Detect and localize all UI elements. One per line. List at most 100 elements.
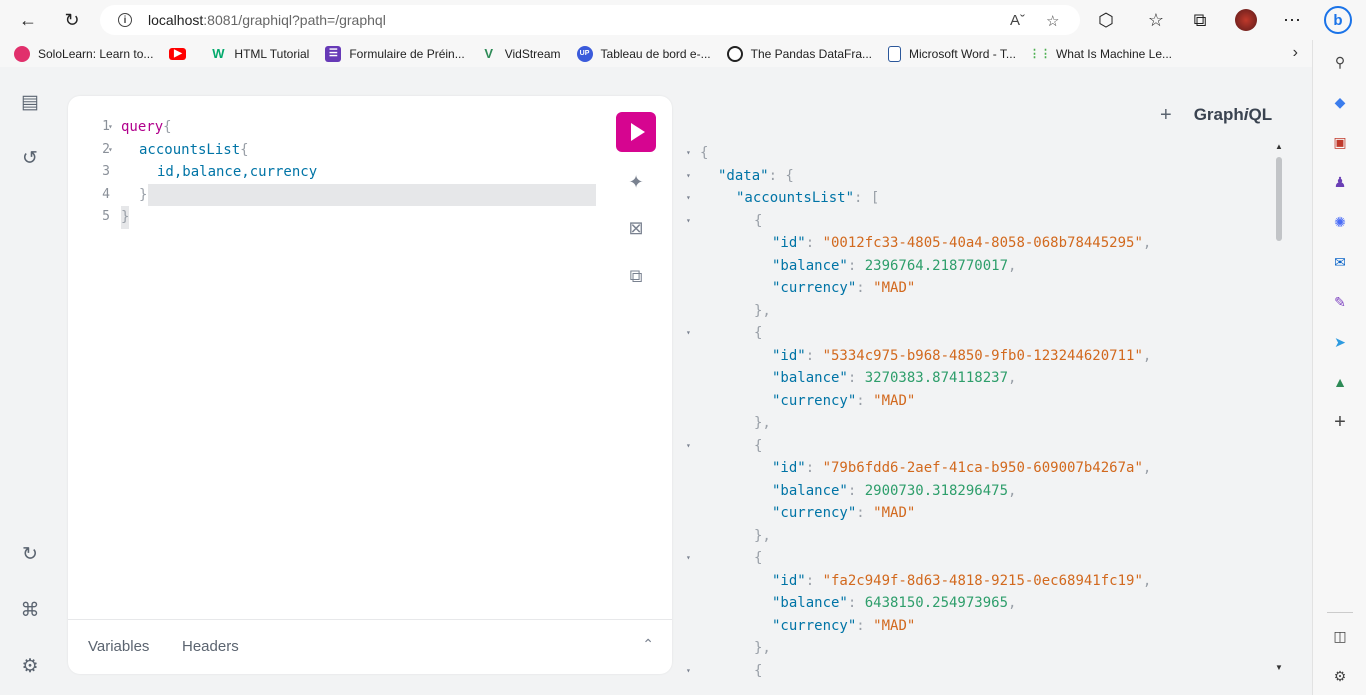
fold-arrow-icon[interactable]: ▾ bbox=[686, 142, 691, 165]
outlook-icon[interactable]: ✉ bbox=[1330, 252, 1350, 272]
favorites-icon[interactable]: ☆ bbox=[1140, 4, 1172, 36]
active-line-highlight bbox=[148, 183, 596, 206]
bookmark-machine-learning[interactable]: ⋮⋮ What Is Machine Le... bbox=[1029, 46, 1172, 62]
result-line: "balance": 3270383.874118237, bbox=[772, 370, 1017, 386]
copy-query-icon[interactable]: ⧉ bbox=[624, 264, 648, 288]
bookmark-formulaire[interactable]: ☰ Formulaire de Préin... bbox=[325, 45, 465, 62]
refetch-schema-icon[interactable]: ↻ bbox=[19, 543, 41, 565]
bookmarks-bar: SoloLearn: Learn to... ▶ W HTML Tutorial … bbox=[0, 40, 1312, 67]
code-line: 2 ▾ accountsList{ bbox=[68, 139, 608, 162]
result-line: "currency": "MAD" bbox=[772, 617, 916, 634]
fold-arrow-icon[interactable]: ▾ bbox=[686, 547, 691, 570]
result-line: }, bbox=[754, 640, 771, 656]
documentation-icon[interactable]: ▤ bbox=[19, 91, 41, 113]
vidstream-icon: V bbox=[484, 46, 494, 61]
fold-arrow-icon[interactable]: ▾ bbox=[686, 165, 691, 188]
code-line: 3 id,balance,currency bbox=[102, 164, 318, 180]
tree-icon[interactable]: ▲ bbox=[1330, 372, 1350, 392]
result-line: }, bbox=[754, 415, 771, 431]
extensions-icon[interactable]: ⬡ bbox=[1090, 4, 1122, 36]
settings-gear-icon[interactable]: ⚙ bbox=[1330, 666, 1350, 686]
fold-arrow-icon[interactable]: ▾ bbox=[108, 139, 113, 162]
result-line: ▾{ bbox=[680, 142, 1270, 165]
read-aloud-icon[interactable]: Aˇ bbox=[1010, 12, 1025, 29]
scroll-up-arrow-icon[interactable]: ▲ bbox=[1275, 142, 1283, 151]
code-line: 1 ▾ query{ bbox=[68, 116, 608, 139]
result-scrollbar[interactable]: ▲ ▼ bbox=[1273, 142, 1285, 672]
chevron-right-icon[interactable]: › bbox=[1293, 44, 1298, 62]
tab-variables[interactable]: Variables bbox=[88, 638, 149, 655]
fold-arrow-icon[interactable]: ▾ bbox=[686, 660, 691, 683]
tools-icon[interactable]: ▣ bbox=[1330, 132, 1350, 152]
result-viewer[interactable]: ▾{▾ "data": {▾ "accountsList": [▾{"id": "0… bbox=[680, 142, 1270, 682]
result-line: ▾{ bbox=[680, 660, 1270, 683]
fold-arrow-icon[interactable]: ▾ bbox=[686, 435, 691, 458]
w3schools-icon: W bbox=[212, 46, 225, 61]
result-line: "id": "79b6fdd6-2aef-41ca-b950-609007b42… bbox=[772, 460, 1152, 476]
history-icon[interactable]: ↺ bbox=[19, 147, 41, 169]
result-header: + GraphiQL bbox=[1160, 103, 1272, 127]
execute-query-button[interactable] bbox=[616, 112, 656, 152]
tab-headers[interactable]: Headers bbox=[182, 638, 239, 655]
sidebar-toggle-icon[interactable]: ◫ bbox=[1330, 626, 1350, 646]
shortcuts-command-icon[interactable]: ⌘ bbox=[19, 599, 41, 621]
result-line: ▾ "data": { bbox=[680, 165, 1270, 188]
dashboard-icon: UP bbox=[576, 45, 593, 62]
result-line: "id": "0012fc33-4805-40a4-8058-068b78445… bbox=[772, 235, 1152, 251]
games-icon[interactable]: ♟ bbox=[1330, 172, 1350, 192]
youtube-icon: ▶ bbox=[169, 47, 187, 60]
profile-avatar[interactable] bbox=[1230, 4, 1262, 36]
code-line: 5 } bbox=[68, 206, 608, 229]
result-line: ▾{ bbox=[680, 322, 1270, 345]
result-line: ▾{ bbox=[680, 210, 1270, 233]
sidebar-divider bbox=[1327, 612, 1353, 613]
document-icon bbox=[888, 45, 902, 62]
site-info-icon[interactable]: i bbox=[118, 13, 132, 27]
fold-arrow-icon[interactable]: ▾ bbox=[686, 322, 691, 345]
collections-icon[interactable]: ⧉ bbox=[1184, 4, 1216, 36]
bookmark-tableau-de-bord[interactable]: UP Tableau de bord e-... bbox=[576, 45, 711, 62]
bing-icon[interactable]: b bbox=[1322, 4, 1354, 36]
result-line: "currency": "MAD" bbox=[772, 280, 916, 296]
play-icon bbox=[631, 123, 645, 141]
settings-icon[interactable]: ⚙ bbox=[19, 655, 41, 677]
result-line: ▾{ bbox=[680, 435, 1270, 458]
fold-arrow-icon[interactable]: ▾ bbox=[686, 187, 691, 210]
result-line: "id": "5334c975-b968-4850-9fb0-123244620… bbox=[772, 347, 1152, 364]
search-icon[interactable]: ⚲ bbox=[1330, 52, 1350, 72]
result-line: }, bbox=[754, 527, 771, 544]
scroll-down-arrow-icon[interactable]: ▼ bbox=[1275, 663, 1283, 672]
refresh-icon[interactable]: ↻ bbox=[56, 4, 88, 36]
bookmark-pandas[interactable]: The Pandas DataFra... bbox=[726, 45, 872, 62]
more-menu-icon[interactable]: ⋯ bbox=[1276, 4, 1308, 36]
bookmark-html-tutorial[interactable]: W HTML Tutorial bbox=[210, 46, 309, 62]
editor-icon[interactable]: ✎ bbox=[1330, 292, 1350, 312]
add-icon[interactable]: + bbox=[1330, 411, 1350, 433]
address-bar[interactable]: i localhost:8081/graphiql?path=/graphql … bbox=[100, 5, 1080, 35]
fold-arrow-icon[interactable]: ▾ bbox=[108, 116, 113, 139]
graphiql-sidebar: ▤ ↺ ↻ ⌘ ⚙ bbox=[0, 67, 60, 695]
result-line: "balance": 2396764.218770017, bbox=[772, 257, 1017, 274]
address-url[interactable]: localhost:8081/graphiql?path=/graphql bbox=[148, 12, 386, 28]
prettify-icon[interactable]: ✦ bbox=[624, 170, 648, 194]
back-arrow-icon[interactable]: ← bbox=[12, 4, 44, 36]
merge-fragments-icon[interactable]: ⊠ bbox=[624, 216, 648, 240]
shopping-tag-icon[interactable]: ◆ bbox=[1330, 92, 1350, 112]
copilot-icon[interactable]: ✺ bbox=[1330, 212, 1350, 232]
add-tab-button[interactable]: + bbox=[1160, 104, 1172, 127]
scrollbar-thumb[interactable] bbox=[1276, 157, 1282, 241]
result-line: "currency": "MAD" bbox=[772, 392, 916, 409]
graphiql-app: ▤ ↺ ↻ ⌘ ⚙ 1 ▾ query{ 2 ▾ accountsList{ 3 bbox=[0, 67, 1312, 695]
fold-arrow-icon[interactable]: ▾ bbox=[686, 210, 691, 233]
send-icon[interactable]: ➤ bbox=[1330, 332, 1350, 352]
favorite-star-icon[interactable]: ☆ bbox=[1046, 12, 1059, 30]
result-line: }, bbox=[754, 302, 771, 319]
chevron-up-icon[interactable]: ⌃ bbox=[642, 636, 654, 653]
pandas-icon bbox=[726, 45, 743, 62]
query-editor[interactable]: 1 ▾ query{ 2 ▾ accountsList{ 3 id,balanc… bbox=[68, 116, 608, 229]
bookmark-vidstream[interactable]: V VidStream bbox=[481, 46, 560, 62]
bookmark-microsoft-word[interactable]: Microsoft Word - T... bbox=[888, 45, 1016, 62]
graphiql-logo: GraphiQL bbox=[1193, 105, 1273, 124]
bookmark-sololearn[interactable]: SoloLearn: Learn to... bbox=[14, 45, 153, 62]
bookmark-youtube[interactable]: ▶ bbox=[169, 47, 194, 60]
